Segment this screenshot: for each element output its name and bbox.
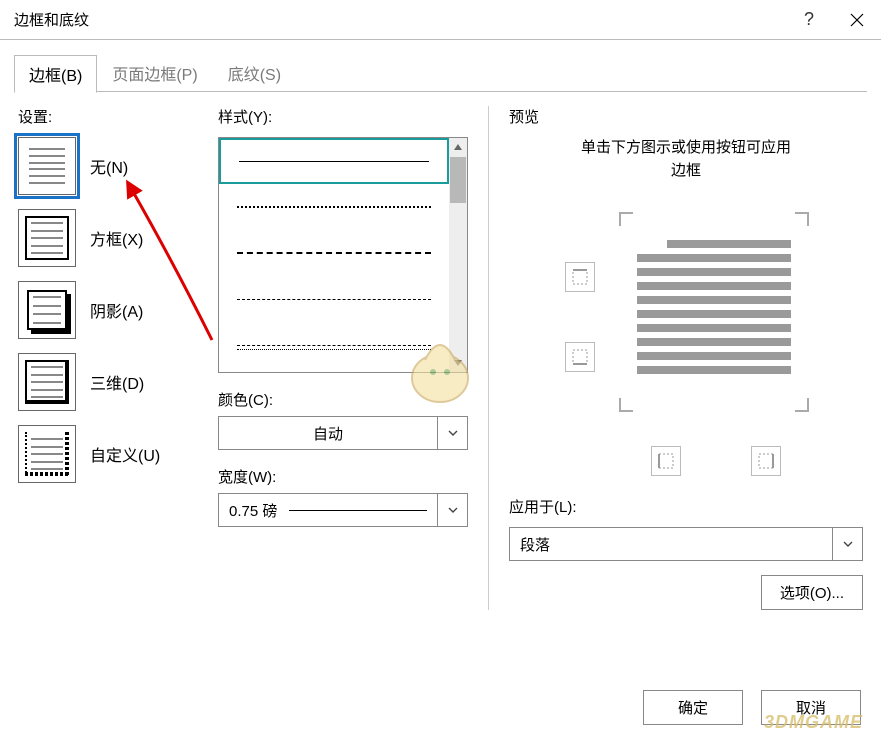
- apply-to-label: 应用于(L):: [509, 496, 863, 517]
- setting-custom-icon: [18, 425, 76, 483]
- preview-column: 预览 单击下方图示或使用按钮可应用边框 应用于(L): 段落 选项(O)...: [488, 106, 863, 610]
- border-top-button[interactable]: [565, 262, 595, 292]
- settings-column: 设置: 无(N) 方框(X) 阴影(A) 三维(D): [18, 106, 198, 610]
- setting-3d-icon: [18, 353, 76, 411]
- style-item-solid[interactable]: [219, 138, 449, 184]
- color-value: 自动: [219, 417, 437, 449]
- setting-none-label: 无(N): [90, 154, 128, 178]
- color-combo[interactable]: 自动: [218, 416, 468, 450]
- options-button[interactable]: 选项(O)...: [761, 575, 863, 610]
- mascot-watermark-icon: [405, 320, 475, 410]
- setting-3d[interactable]: 三维(D): [18, 353, 198, 411]
- scroll-up-icon[interactable]: [449, 138, 467, 156]
- setting-box[interactable]: 方框(X): [18, 209, 198, 267]
- preview-page[interactable]: [619, 212, 809, 412]
- setting-custom[interactable]: 自定义(U): [18, 425, 198, 483]
- style-item-dashed[interactable]: [219, 230, 449, 276]
- tab-shading[interactable]: 底纹(S): [213, 54, 296, 92]
- setting-none[interactable]: 无(N): [18, 137, 198, 195]
- preview-hint: 单击下方图示或使用按钮可应用边框: [509, 137, 863, 182]
- border-bottom-button[interactable]: [565, 342, 595, 372]
- style-item-dashdot[interactable]: [219, 276, 449, 322]
- setting-none-icon: [18, 137, 76, 195]
- preview-label: 预览: [509, 106, 863, 127]
- border-left-button[interactable]: [651, 446, 681, 476]
- tab-borders[interactable]: 边框(B): [14, 55, 97, 93]
- width-value: 0.75 磅: [229, 500, 277, 521]
- scroll-thumb[interactable]: [450, 157, 466, 203]
- apply-to-value: 段落: [510, 528, 832, 560]
- apply-to-chevron-icon: [832, 528, 862, 560]
- setting-box-label: 方框(X): [90, 226, 143, 250]
- width-combo[interactable]: 0.75 磅: [218, 493, 468, 527]
- style-item-dotted[interactable]: [219, 184, 449, 230]
- tab-bar: 边框(B) 页面边框(P) 底纹(S): [0, 40, 881, 92]
- setting-shadow-icon: [18, 281, 76, 339]
- setting-box-icon: [18, 209, 76, 267]
- setting-custom-label: 自定义(U): [90, 442, 160, 466]
- help-button[interactable]: ?: [785, 0, 833, 40]
- window-title: 边框和底纹: [0, 9, 785, 30]
- close-icon: [850, 13, 864, 27]
- width-sample-icon: [289, 510, 427, 511]
- apply-to-combo[interactable]: 段落: [509, 527, 863, 561]
- setting-shadow[interactable]: 阴影(A): [18, 281, 198, 339]
- tab-page-border[interactable]: 页面边框(P): [97, 54, 212, 92]
- settings-label: 设置:: [18, 106, 198, 127]
- close-button[interactable]: [833, 0, 881, 40]
- title-bar: 边框和底纹 ?: [0, 0, 881, 40]
- watermark-text: 3DMGAME: [764, 712, 863, 733]
- preview-area: [509, 202, 863, 432]
- width-label: 宽度(W):: [218, 466, 468, 487]
- ok-button[interactable]: 确定: [643, 690, 743, 725]
- setting-shadow-label: 阴影(A): [90, 298, 143, 322]
- width-chevron-icon: [437, 494, 467, 526]
- border-right-button[interactable]: [751, 446, 781, 476]
- color-chevron-icon: [437, 417, 467, 449]
- style-label: 样式(Y):: [218, 106, 468, 127]
- setting-3d-label: 三维(D): [90, 370, 144, 394]
